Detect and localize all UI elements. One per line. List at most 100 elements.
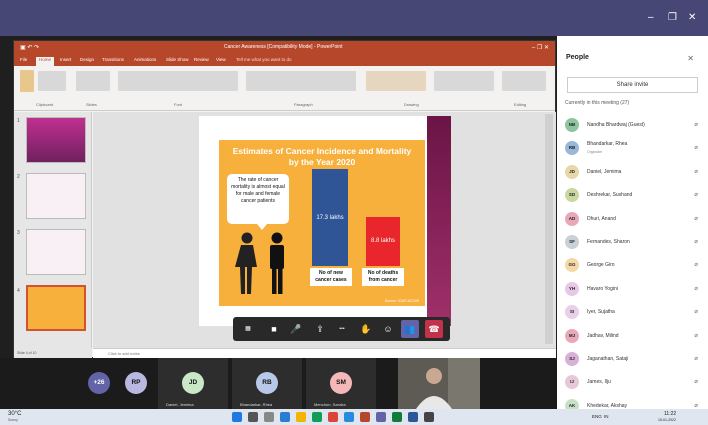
share-screen-button[interactable]: ⇪ <box>311 320 329 338</box>
font-tools[interactable] <box>118 71 238 91</box>
ppt-ribbon: Clipboard Slides Font Paragraph Drawing … <box>14 66 555 111</box>
vertical-scrollbar[interactable] <box>545 114 553 344</box>
powerpoint-icon[interactable] <box>360 412 370 422</box>
male-female-figures-icon <box>235 232 284 294</box>
avatar: SI <box>565 305 579 320</box>
participant-row[interactable]: GG George Giro ⌀ <box>565 254 700 276</box>
teams-icon[interactable] <box>376 412 386 422</box>
more-actions-button[interactable]: ••• <box>333 320 351 338</box>
participant-name: Havaro Yogini <box>587 285 618 292</box>
slide-thumbnail-2[interactable] <box>26 173 86 219</box>
avatar: MJ <box>565 328 579 343</box>
paste-button[interactable] <box>20 70 34 92</box>
tell-me-search[interactable]: Tell me what you want to do <box>236 57 292 62</box>
mic-muted-icon: ⌀ <box>694 239 698 245</box>
participant-name: Khedekar, Akshay <box>587 402 628 409</box>
minimize-button[interactable]: – <box>648 12 654 23</box>
close-button[interactable]: ✕ <box>688 12 696 23</box>
participant-row[interactable]: SD Deshrekar, Sushand ⌀ <box>565 184 700 206</box>
task-view-icon[interactable] <box>264 412 274 422</box>
participant-tile[interactable]: RB Bhandarkar, Rhea <box>232 358 302 409</box>
participant-tile[interactable]: SM Menchon, Sandra <box>306 358 376 409</box>
region-indicator: IN <box>604 414 609 419</box>
group-font: Font <box>174 102 183 107</box>
share-invite-button[interactable]: Share invite <box>567 77 698 93</box>
editing-tools[interactable] <box>502 71 546 91</box>
participants-button[interactable]: 👥 <box>401 320 419 338</box>
avatar: JD <box>182 372 204 394</box>
excel-icon[interactable] <box>392 412 402 422</box>
save-icon[interactable]: ▣ ↶ ↷ <box>20 44 39 51</box>
participant-row[interactable]: RB Bhandarkar, Rhea Organizer ⌀ <box>565 137 700 159</box>
people-panel: People ✕ Share invite Currently in this … <box>557 36 708 413</box>
mic-muted-icon: ⌀ <box>694 379 698 386</box>
participant-row[interactable]: SI Iyer, Sujatha ⌀ <box>565 301 700 323</box>
participant-row[interactable]: MJ Jadhav, Milind ⌀ <box>565 325 700 347</box>
participant-row[interactable]: JD Daniel, Jemima ⌀ <box>565 161 700 183</box>
avatar: AD <box>565 211 579 226</box>
in-meeting-heading[interactable]: Currently in this meeting (27) <box>565 100 629 106</box>
tab-slide-show[interactable]: Slide Show <box>166 57 189 62</box>
language-indicator[interactable]: ENG <box>592 414 602 419</box>
restore-button[interactable]: ❐ <box>668 12 677 23</box>
edge-icon[interactable] <box>312 412 322 422</box>
outlook-icon[interactable] <box>344 412 354 422</box>
reactions-button[interactable]: ☺ <box>379 320 397 338</box>
clock-time[interactable]: 11:22 <box>664 411 676 417</box>
tile-name: Daniel, Jemima <box>166 402 194 407</box>
tab-insert[interactable]: Insert <box>60 57 71 62</box>
ppt-window-controls-icon[interactable]: – ❐ ✕ <box>532 44 549 51</box>
share-invite-label: Share invite <box>616 82 649 88</box>
participant-row[interactable]: SF Fernandes, Sharon ⌀ <box>565 231 700 253</box>
close-panel-icon[interactable]: ✕ <box>687 54 694 63</box>
slide-thumbnail-1[interactable] <box>26 117 86 163</box>
participant-tile[interactable]: RP <box>118 358 154 409</box>
weather-temp[interactable]: 30°C <box>8 411 21 417</box>
grid-view-icon[interactable]: ▦ <box>239 320 257 338</box>
weather-desc: Sunny <box>8 418 18 422</box>
tab-transitions[interactable]: Transitions <box>102 57 124 62</box>
participant-tile[interactable]: JD Daniel, Jemima <box>158 358 228 409</box>
participant-row[interactable]: NB Nandha Bhardwaj (Guest) ⌀ <box>565 114 700 136</box>
tab-file[interactable]: File <box>20 57 27 62</box>
drawing-styles[interactable] <box>434 71 494 91</box>
notes-pane[interactable]: Click to add notes <box>93 348 556 358</box>
participant-row[interactable]: IJ James, Ilju ⌀ <box>565 371 700 393</box>
app-icon[interactable] <box>424 412 434 422</box>
mic-button[interactable]: 🎤 <box>287 320 305 338</box>
paragraph-tools[interactable] <box>246 71 356 91</box>
shared-powerpoint-window: ▣ ↶ ↷ Cancer Awareness [Compatibility Mo… <box>13 40 556 358</box>
participant-row[interactable]: SJ Jaganathan, Sataji ⌀ <box>565 348 700 370</box>
slides-tools[interactable] <box>76 71 110 91</box>
start-icon[interactable] <box>232 412 242 422</box>
current-slide[interactable]: Estimates of Cancer Incidence and Mortal… <box>199 116 437 326</box>
slide-thumbnail-4[interactable] <box>26 285 86 331</box>
avatar: SJ <box>565 352 579 366</box>
participant-row[interactable]: AD Dhuri, Anand ⌀ <box>565 208 700 230</box>
tab-home[interactable]: Home <box>36 57 55 66</box>
tab-review[interactable]: Review <box>194 57 209 62</box>
widgets-icon[interactable] <box>280 412 290 422</box>
camera-button[interactable]: ■ <box>265 320 283 338</box>
search-icon[interactable] <box>248 412 258 422</box>
presenter-video-tile[interactable] <box>398 358 480 409</box>
tab-design[interactable]: Design <box>80 57 94 62</box>
clipboard-tools[interactable] <box>38 71 66 91</box>
chrome-icon[interactable] <box>328 412 338 422</box>
tab-view[interactable]: View <box>216 57 226 62</box>
tile-name: Bhandarkar, Rhea <box>240 402 273 407</box>
word-icon[interactable] <box>408 412 418 422</box>
avatar: JD <box>565 164 579 179</box>
raise-hand-button[interactable]: ✋ <box>357 320 375 338</box>
participant-row[interactable]: YH Havaro Yogini ⌀ <box>565 278 700 300</box>
slide-thumbnail-3[interactable] <box>26 229 86 275</box>
windows-taskbar: 30°C Sunny ENG IN 11:22 15-01-2022 <box>0 409 708 425</box>
drawing-shapes[interactable] <box>366 71 426 91</box>
video-strip: +26 RP JD Daniel, Jemima RB Bhandarkar, Rhea… <box>0 358 557 409</box>
file-explorer-icon[interactable] <box>296 412 306 422</box>
overflow-count-badge[interactable]: +26 <box>88 372 110 394</box>
slide-thumbnail-pane: 1 2 3 4 <box>14 112 92 348</box>
leave-call-button[interactable]: ☎ <box>425 320 443 338</box>
tab-animations[interactable]: Animations <box>134 57 156 62</box>
group-paragraph: Paragraph <box>294 102 313 107</box>
